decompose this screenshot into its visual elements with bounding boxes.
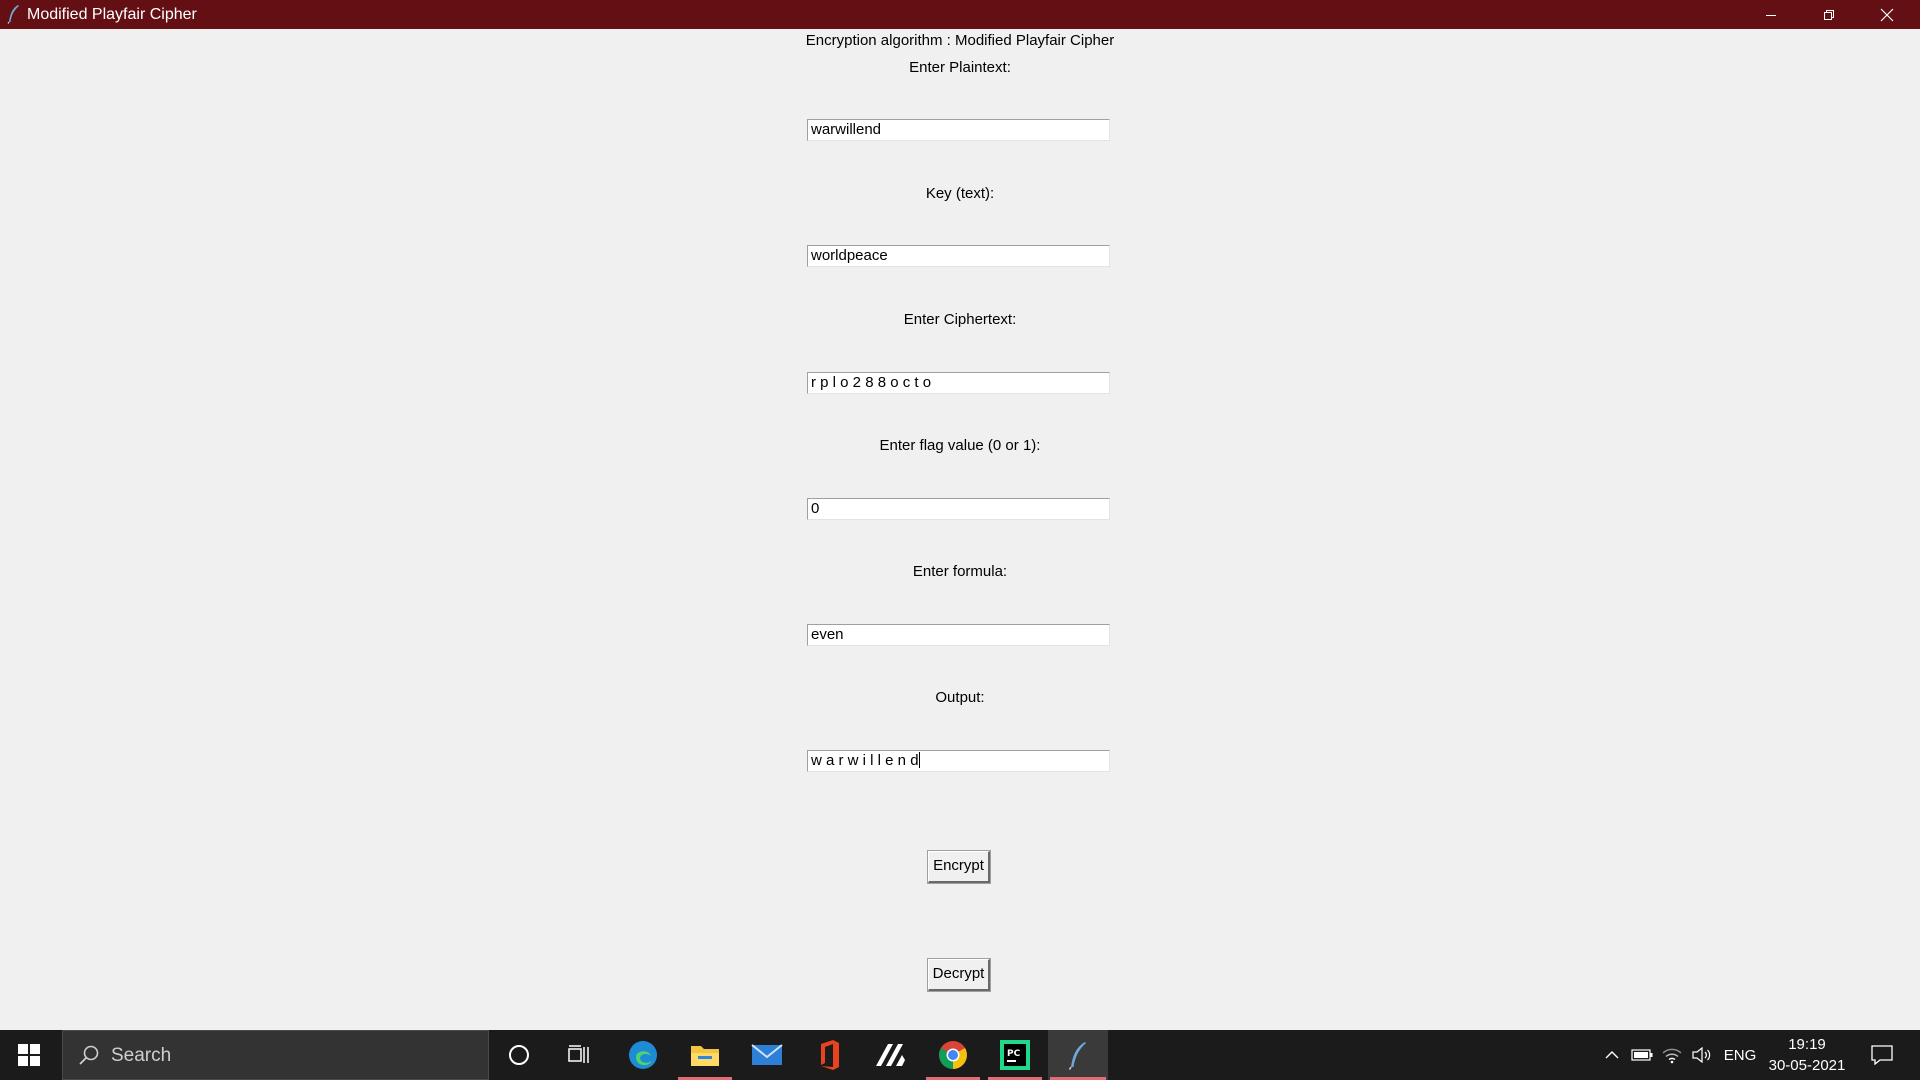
plaintext-input[interactable]: warwillend bbox=[807, 119, 1110, 141]
search-icon bbox=[77, 1044, 101, 1072]
text-caret bbox=[918, 752, 920, 768]
window-title: Modified Playfair Cipher bbox=[27, 6, 197, 23]
cortana-button[interactable] bbox=[490, 1030, 548, 1080]
restore-button[interactable] bbox=[1800, 0, 1858, 29]
formula-input[interactable]: even bbox=[807, 624, 1110, 646]
taskbar: Search PC ENG 19:19 30-05-2021 bbox=[0, 1030, 1920, 1080]
taskbar-search-box[interactable]: Search bbox=[62, 1030, 489, 1080]
key-label: Key (text): bbox=[925, 185, 995, 202]
feather-app-icon bbox=[1068, 1042, 1086, 1070]
formula-label: Enter formula: bbox=[912, 563, 1008, 580]
plaintext-label: Enter Plaintext: bbox=[909, 59, 1011, 76]
taskbar-office[interactable] bbox=[800, 1030, 858, 1080]
battery-button[interactable] bbox=[1628, 1030, 1656, 1080]
taskbar-feather-app[interactable] bbox=[1048, 1030, 1108, 1080]
svg-text:PC: PC bbox=[1007, 1049, 1021, 1059]
clock-time: 19:19 bbox=[1788, 1036, 1826, 1053]
taskbar-pycharm[interactable]: PC bbox=[986, 1030, 1044, 1080]
volume-button[interactable] bbox=[1688, 1030, 1716, 1080]
task-view-button[interactable] bbox=[550, 1030, 608, 1080]
app-icon bbox=[876, 1044, 905, 1066]
app-window: Modified Playfair Cipher Encryption algo… bbox=[0, 0, 1920, 1030]
minimize-button[interactable] bbox=[1742, 0, 1800, 29]
action-center-button[interactable] bbox=[1862, 1030, 1902, 1080]
title-bar[interactable]: Modified Playfair Cipher bbox=[0, 0, 1920, 29]
key-input[interactable]: worldpeace bbox=[807, 245, 1110, 267]
flag-label: Enter flag value (0 or 1): bbox=[879, 437, 1041, 454]
network-button[interactable] bbox=[1658, 1030, 1686, 1080]
encrypt-button[interactable]: Encrypt bbox=[927, 850, 991, 884]
ciphertext-label: Enter Ciphertext: bbox=[903, 311, 1017, 328]
pycharm-icon: PC bbox=[1000, 1040, 1030, 1070]
notification-icon bbox=[1871, 1045, 1893, 1065]
speaker-icon bbox=[1692, 1047, 1711, 1063]
restore-icon bbox=[1824, 9, 1834, 20]
search-placeholder: Search bbox=[111, 1045, 172, 1066]
taskbar-chrome[interactable] bbox=[924, 1030, 982, 1080]
task-view-icon bbox=[568, 1045, 589, 1063]
clock-date: 30-05-2021 bbox=[1768, 1057, 1846, 1074]
mail-icon bbox=[751, 1044, 783, 1065]
windows-start-icon bbox=[18, 1044, 40, 1066]
language-indicator[interactable]: ENG bbox=[1720, 1030, 1760, 1080]
heading-label: Encryption algorithm : Modified Playfair… bbox=[805, 32, 1115, 49]
office-icon bbox=[821, 1040, 839, 1070]
taskbar-app[interactable] bbox=[862, 1030, 920, 1080]
cortana-icon bbox=[509, 1045, 529, 1065]
output-value: w a r w i l l e n d bbox=[811, 752, 919, 769]
edge-icon bbox=[629, 1041, 657, 1069]
chevron-up-icon bbox=[1605, 1051, 1619, 1059]
feather-icon bbox=[6, 4, 22, 24]
chrome-icon bbox=[939, 1041, 967, 1069]
show-hidden-icons-button[interactable] bbox=[1600, 1030, 1624, 1080]
taskbar-edge[interactable] bbox=[614, 1030, 672, 1080]
close-icon bbox=[1880, 8, 1894, 21]
close-button[interactable] bbox=[1858, 0, 1916, 29]
output-field[interactable]: w a r w i l l e n d bbox=[807, 750, 1110, 772]
flag-input[interactable]: 0 bbox=[807, 498, 1110, 520]
start-button[interactable] bbox=[0, 1030, 58, 1080]
decrypt-button[interactable]: Decrypt bbox=[927, 958, 991, 992]
minimize-icon bbox=[1766, 14, 1776, 16]
output-label: Output: bbox=[935, 689, 985, 706]
ciphertext-input[interactable]: r p l o 2 8 8 o c t o bbox=[807, 372, 1110, 394]
form-area: Encryption algorithm : Modified Playfair… bbox=[0, 29, 1920, 1030]
taskbar-mail[interactable] bbox=[738, 1030, 796, 1080]
battery-icon bbox=[1631, 1049, 1653, 1061]
wifi-icon bbox=[1662, 1048, 1682, 1064]
clock[interactable]: 19:19 30-05-2021 bbox=[1762, 1034, 1852, 1076]
file-explorer-icon bbox=[691, 1046, 719, 1066]
taskbar-file-explorer[interactable] bbox=[676, 1030, 734, 1080]
